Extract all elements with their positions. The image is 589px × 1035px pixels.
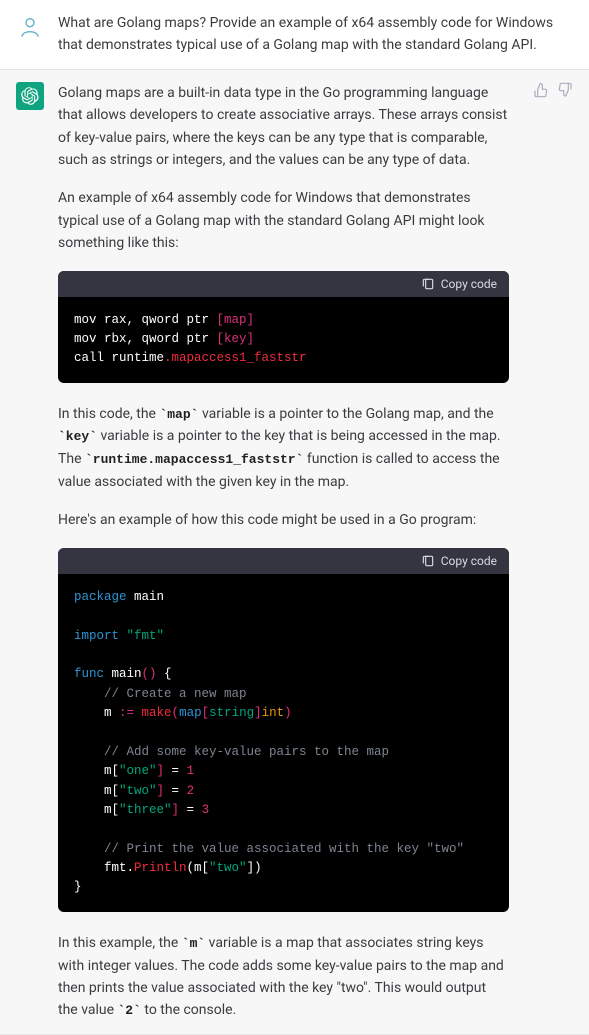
go-l5f: [ — [202, 706, 210, 720]
asm-l1a: mov rax, qword ptr — [74, 313, 217, 327]
user-message-row: What are Golang maps? Provide an example… — [0, 0, 589, 70]
assistant-p1: Golang maps are a built-in data type in … — [58, 82, 509, 172]
go-l7c: ] — [157, 764, 165, 778]
go-l8e: 2 — [187, 784, 195, 798]
go-l9b: "three" — [119, 803, 172, 817]
copy-code-button-2[interactable]: Copy code — [421, 554, 497, 568]
go-l11a: fmt. — [74, 861, 134, 875]
assistant-p2: An example of x64 assembly code for Wind… — [58, 187, 509, 254]
inline-m: `m` — [182, 936, 205, 951]
feedback-actions — [533, 82, 573, 98]
asm-l1b: [map] — [217, 313, 255, 327]
user-avatar-icon — [18, 14, 42, 38]
code-block-asm: Copy code mov rax, qword ptr [map] mov r… — [58, 271, 509, 383]
go-l5j: ) — [284, 706, 292, 720]
go-l5d: ( — [172, 706, 180, 720]
go-l7a: m[ — [74, 764, 119, 778]
go-l11b: Println — [134, 861, 187, 875]
go-l5c: make — [134, 706, 172, 720]
go-l11d: "two" — [209, 861, 247, 875]
user-message-content: What are Golang maps? Provide an example… — [58, 12, 573, 57]
code-block-go: Copy code package main import "fmt" func… — [58, 548, 509, 912]
assistant-p4: Here's an example of how this code might… — [58, 509, 509, 531]
user-question: What are Golang maps? Provide an example… — [58, 12, 563, 57]
assistant-p3: In this code, the `map` variable is a po… — [58, 403, 509, 494]
copy-code-label: Copy code — [441, 277, 497, 291]
go-l8b: "two" — [119, 784, 157, 798]
inline-fn: `runtime.mapaccess1_faststr` — [85, 452, 303, 467]
clipboard-icon — [421, 277, 435, 291]
assistant-message-content: Golang maps are a built-in data type in … — [58, 82, 519, 1022]
go-l9a: m[ — [74, 803, 119, 817]
assistant-p5: In this example, the `m` variable is a m… — [58, 932, 509, 1022]
go-l7d: = — [164, 764, 187, 778]
copy-code-button[interactable]: Copy code — [421, 277, 497, 291]
code-body-go: package main import "fmt" func main() { … — [58, 574, 509, 912]
go-l5e: map — [179, 706, 202, 720]
go-l11c: (m[ — [187, 861, 210, 875]
go-l4: // Create a new map — [74, 687, 247, 701]
asm-l2b: [key] — [217, 332, 255, 346]
go-l9d: = — [179, 803, 202, 817]
openai-logo-icon — [21, 87, 39, 105]
clipboard-icon — [421, 554, 435, 568]
go-l3b: main — [104, 667, 142, 681]
inline-map: `map` — [159, 407, 198, 422]
asm-l3b: .mapaccess1_faststr — [164, 351, 307, 365]
go-l2b: "fmt" — [119, 629, 164, 643]
go-l7b: "one" — [119, 764, 157, 778]
p3b: variable is a pointer to the Golang map,… — [198, 406, 493, 422]
go-l7e: 1 — [187, 764, 195, 778]
p5a: In this example, the — [58, 935, 182, 951]
p5c: to the console. — [141, 1002, 236, 1018]
go-l9c: ] — [172, 803, 180, 817]
assistant-message-row: Golang maps are a built-in data type in … — [0, 70, 589, 1035]
copy-code-label-2: Copy code — [441, 554, 497, 568]
asm-l2a: mov rbx, qword ptr — [74, 332, 217, 346]
go-l3a: func — [74, 667, 104, 681]
go-l1a: package — [74, 590, 127, 604]
inline-2: `2` — [118, 1003, 141, 1018]
go-l11e: ]) — [247, 861, 262, 875]
go-l8c: ] — [157, 784, 165, 798]
go-l2a: import — [74, 629, 119, 643]
go-l8d: = — [164, 784, 187, 798]
code-body-asm: mov rax, qword ptr [map] mov rbx, qword … — [58, 297, 509, 383]
go-l5a: m — [74, 706, 119, 720]
go-l9e: 3 — [202, 803, 210, 817]
assistant-avatar — [16, 82, 44, 110]
go-l8a: m[ — [74, 784, 119, 798]
go-l5h: ] — [254, 706, 262, 720]
go-l1b: main — [127, 590, 165, 604]
go-l3c: () — [142, 667, 157, 681]
thumbs-up-icon[interactable] — [533, 82, 549, 98]
go-l5g: string — [209, 706, 254, 720]
go-l5b: := — [119, 706, 134, 720]
thumbs-down-icon[interactable] — [557, 82, 573, 98]
p3a: In this code, the — [58, 406, 159, 422]
go-l5i: int — [262, 706, 285, 720]
asm-l3a: call runtime — [74, 351, 164, 365]
go-l10: // Print the value associated with the k… — [74, 842, 464, 856]
code-header: Copy code — [58, 271, 509, 297]
user-avatar — [16, 12, 44, 40]
code-header-2: Copy code — [58, 548, 509, 574]
go-l12: } — [74, 880, 82, 894]
inline-key: `key` — [58, 429, 97, 444]
go-l6: // Add some key-value pairs to the map — [74, 745, 389, 759]
go-l3d: { — [157, 667, 172, 681]
